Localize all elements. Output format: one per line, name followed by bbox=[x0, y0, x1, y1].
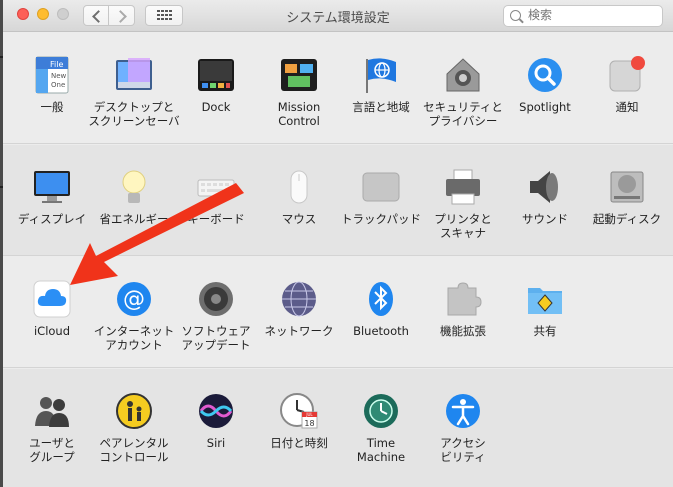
time-machine-icon bbox=[362, 392, 400, 430]
title-bar: システム環境設定 bbox=[3, 0, 673, 32]
window-edge-mark bbox=[0, 56, 3, 58]
svg-text:New: New bbox=[51, 72, 67, 80]
svg-text:JUL: JUL bbox=[305, 412, 313, 417]
system-preferences-window: システム環境設定 File New One 一般 デスクトップと スクリーンセーバ… bbox=[3, 0, 673, 487]
pane-label: ユーザと グループ bbox=[29, 436, 75, 464]
spotlight-icon bbox=[526, 56, 564, 94]
pane-label: デスクトップと スクリーンセーバ bbox=[88, 100, 180, 128]
pane-label: 起動ディスク bbox=[592, 212, 662, 226]
pane-label: プリンタと スキャナ bbox=[434, 212, 492, 240]
users-groups-icon bbox=[33, 392, 71, 430]
section-hardware: ディスプレイ 省エネルギー キーボード マウス トラックパッド プリンタと スキ… bbox=[3, 145, 673, 256]
mouse-icon bbox=[280, 168, 318, 206]
svg-text:18: 18 bbox=[304, 419, 314, 428]
section-personal: File New One 一般 デスクトップと スクリーンセーバ Dock Mis… bbox=[3, 32, 673, 144]
pane-label: 一般 bbox=[40, 100, 64, 114]
software-update-gear-icon bbox=[197, 280, 235, 318]
pane-label: アクセシ ビリティ bbox=[440, 436, 486, 464]
display-icon bbox=[33, 168, 71, 206]
section-internet-wireless: iCloud @ インターネット アカウント ソフトウェア アップデート ネットワ… bbox=[3, 257, 673, 368]
pane-label: 日付と時刻 bbox=[270, 436, 328, 450]
svg-text:One: One bbox=[51, 81, 65, 89]
search-field[interactable] bbox=[503, 5, 663, 27]
internet-accounts-icon: @ bbox=[115, 280, 153, 318]
pane-label: Dock bbox=[201, 100, 231, 114]
pane-label: ネットワーク bbox=[264, 324, 334, 338]
pane-label: ペアレンタル コントロール bbox=[99, 436, 169, 464]
pane-label: トラックパッド bbox=[341, 212, 421, 226]
accessibility-icon bbox=[444, 392, 482, 430]
trackpad-icon bbox=[362, 168, 400, 206]
pane-label: 通知 bbox=[615, 100, 639, 114]
pane-label: インターネット アカウント bbox=[93, 324, 175, 352]
pane-label: ソフトウェア アップデート bbox=[181, 324, 251, 352]
siri-icon bbox=[197, 392, 235, 430]
pane-label: 機能拡張 bbox=[440, 324, 486, 338]
pane-label: iCloud bbox=[33, 324, 71, 338]
sharing-folder-icon bbox=[526, 280, 564, 318]
mission-control-icon bbox=[280, 56, 318, 94]
svg-text:File: File bbox=[50, 60, 63, 69]
extensions-puzzle-icon bbox=[444, 280, 482, 318]
section-system: ユーザと グループ ペアレンタル コントロール Siri JUL 18 日付と時刻… bbox=[3, 369, 673, 487]
parental-controls-icon bbox=[115, 392, 153, 430]
pane-label: Mission Control bbox=[277, 100, 321, 128]
desktop-screensaver-icon bbox=[115, 56, 153, 94]
pane-label: Bluetooth bbox=[353, 324, 409, 338]
window-edge-mark bbox=[0, 186, 3, 188]
speaker-icon bbox=[526, 168, 564, 206]
pane-label: Time Machine bbox=[356, 436, 406, 464]
pane-label: 言語と地域 bbox=[352, 100, 410, 114]
security-house-icon bbox=[444, 56, 482, 94]
bluetooth-icon bbox=[362, 280, 400, 318]
energy-bulb-icon bbox=[115, 168, 153, 206]
pane-label: マウス bbox=[281, 212, 317, 226]
pane-label: 共有 bbox=[533, 324, 557, 338]
pane-label: キーボード bbox=[187, 212, 245, 226]
general-file-icon: File New One bbox=[33, 56, 71, 94]
pane-label: ディスプレイ bbox=[17, 212, 87, 226]
date-time-clock-icon: JUL 18 bbox=[280, 392, 318, 430]
printer-icon bbox=[444, 168, 482, 206]
language-flag-icon bbox=[362, 56, 400, 94]
keyboard-icon bbox=[197, 168, 235, 206]
pane-label: セキュリティと プライバシー bbox=[423, 100, 503, 128]
search-icon bbox=[510, 10, 521, 21]
pane-label: Siri bbox=[206, 436, 226, 450]
pane-label: サウンド bbox=[522, 212, 568, 226]
pane-label: Spotlight bbox=[519, 100, 571, 114]
dock-icon bbox=[197, 56, 235, 94]
pane-label: 省エネルギー bbox=[99, 212, 169, 226]
startup-disk-icon bbox=[608, 168, 646, 206]
icloud-icon bbox=[33, 280, 71, 318]
network-globe-icon bbox=[280, 280, 318, 318]
notifications-icon bbox=[608, 56, 646, 94]
search-input[interactable] bbox=[528, 8, 658, 22]
svg-text:@: @ bbox=[123, 287, 145, 312]
